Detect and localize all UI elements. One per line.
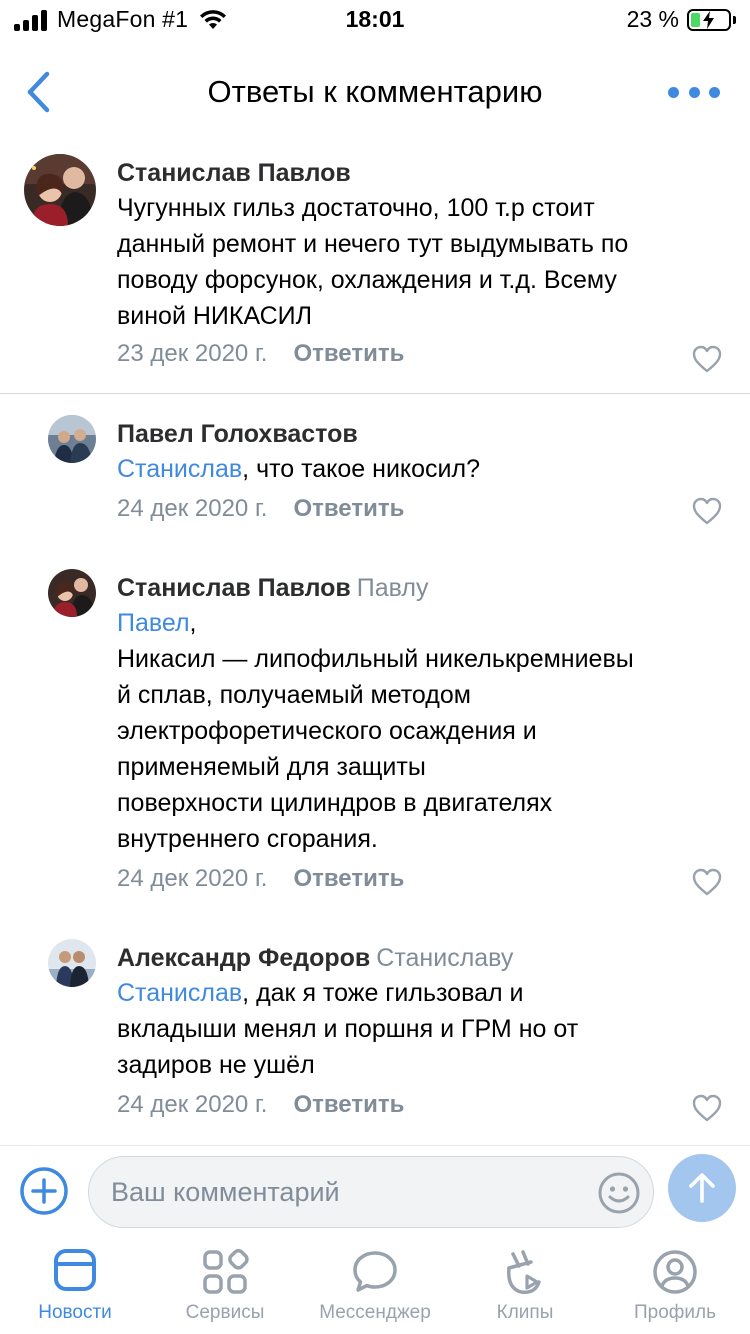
comment-text-line: , дак я тоже гильзовал и: [242, 979, 524, 1007]
comment-text-line: поводу форсунок, охлаждения и т.д. Всему: [117, 266, 617, 294]
tab-services[interactable]: Сервисы: [150, 1248, 300, 1324]
comment-author-name[interactable]: Станислав Павлов: [117, 159, 351, 187]
status-right: 23 %: [627, 6, 736, 33]
comment-text-line: виной НИКАСИЛ: [117, 302, 313, 330]
battery-percent: 23 %: [626, 6, 679, 32]
tab-clips[interactable]: Клипы: [450, 1248, 600, 1324]
battery-tip: [733, 15, 736, 24]
tab-label: Клипы: [496, 1302, 554, 1323]
reply-button[interactable]: Ответить: [293, 495, 404, 523]
page-title: Ответы к комментарию: [207, 74, 543, 109]
like-heart-icon[interactable]: [692, 497, 722, 525]
tab-label: Мессенджер: [319, 1302, 431, 1323]
tab-profile[interactable]: Профиль: [600, 1248, 750, 1324]
comment-footer: 23 дек 2020 г. Ответить: [117, 336, 722, 372]
like-heart-icon[interactable]: [692, 868, 722, 896]
comment-text-line: Никасил — липофильный никелькремниевы: [117, 645, 634, 673]
more-dot-icon: [709, 86, 720, 98]
bottom-tab-bar: Новости Сервисы Мессенджер Клипы Профиль: [0, 1236, 750, 1334]
comment-text-line: й сплав, получаемый методом: [117, 681, 471, 709]
comment-footer: 24 дек 2020 г. Ответить: [117, 491, 722, 527]
reply-to-label[interactable]: Павлу: [357, 574, 429, 602]
avatar[interactable]: [48, 415, 96, 463]
comment-text-line: ,: [189, 609, 197, 637]
add-attachment-button[interactable]: [19, 1166, 69, 1216]
comment-author[interactable]: Павел Голохвастов: [117, 417, 722, 451]
mention-link[interactable]: Станислав: [117, 455, 242, 483]
root-comment: Станислав Павлов Чугунных гильз достаточ…: [0, 140, 750, 394]
tab-label: Профиль: [633, 1302, 717, 1323]
comment-text-line: задиров не ушёл: [117, 1051, 315, 1079]
comment-author[interactable]: Александр Федоров Станиславу: [117, 941, 722, 975]
services-icon: [203, 1249, 249, 1294]
comment-text: Станислав, что такое никосил?: [117, 451, 722, 487]
mention-link[interactable]: Павел: [117, 609, 190, 637]
comment-author-name[interactable]: Александр Федоров: [117, 944, 370, 972]
avatar[interactable]: [24, 154, 96, 226]
navigation-header: Ответы к комментарию: [0, 44, 750, 140]
profile-icon: [653, 1250, 697, 1294]
comment-text-line: поверхности цилиндров в двигателях: [117, 789, 553, 817]
comment-field-container: [88, 1156, 654, 1228]
comment-text-line: вкладыши менял и поршня и ГРМ но от: [117, 1015, 579, 1043]
more-options-button[interactable]: [668, 80, 720, 104]
comment-text-line: применяемый для защиты: [117, 753, 426, 781]
battery-charging-icon: [687, 8, 731, 31]
comment-text-line: электрофоретического осаждения и: [117, 717, 537, 745]
tab-label: Сервисы: [185, 1302, 265, 1323]
comment-author-name[interactable]: Павел Голохвастов: [117, 420, 358, 448]
reply-comment: Павел Голохвастов Станислав, что такое н…: [0, 395, 750, 545]
comment-text: Станислав, дак я тоже гильзовал и вклады…: [117, 975, 722, 1083]
comment-text-line: данный ремонт и нечего тут выдумывать по: [117, 230, 629, 258]
like-heart-icon[interactable]: [692, 1094, 722, 1122]
reply-button[interactable]: Ответить: [293, 865, 404, 893]
reply-to-label[interactable]: Станиславу: [376, 944, 513, 972]
reply-button[interactable]: Ответить: [293, 340, 404, 368]
comment-footer: 24 дек 2020 г. Ответить: [117, 1087, 722, 1123]
avatar[interactable]: [48, 939, 96, 987]
clips-icon: [507, 1250, 541, 1295]
comment-date: 23 дек 2020 г.: [117, 340, 268, 367]
comment-author[interactable]: Станислав Павлов: [117, 156, 722, 190]
emoji-smile-icon[interactable]: [597, 1171, 641, 1215]
status-bar: MegaFon #1 18:01 23 %: [0, 0, 750, 44]
comment-footer: 24 дек 2020 г. Ответить: [117, 861, 722, 897]
comment-text-line: , что такое никосил?: [242, 455, 481, 483]
news-icon: [54, 1249, 96, 1291]
reply-comment: Александр Федоров Станиславу Станислав, д…: [0, 920, 750, 1145]
reply-button[interactable]: Ответить: [293, 1091, 404, 1119]
comment-input[interactable]: [111, 1157, 591, 1227]
comment-date: 24 дек 2020 г.: [117, 865, 268, 892]
tab-messenger[interactable]: Мессенджер: [300, 1248, 450, 1324]
like-heart-icon[interactable]: [692, 345, 722, 373]
comment-composer: [0, 1145, 750, 1236]
tab-news[interactable]: Новости: [0, 1248, 150, 1324]
tab-label: Новости: [38, 1302, 112, 1323]
reply-comment: Станислав Павлов Павлу Павел, Никасил — л…: [0, 550, 750, 910]
comment-text: Чугунных гильз достаточно, 100 т.р стоит…: [117, 190, 722, 334]
more-dot-icon: [668, 86, 679, 98]
more-dot-icon: [688, 86, 700, 98]
comment-text: Павел, Никасил — липофильный никелькремн…: [117, 605, 722, 857]
send-button[interactable]: [668, 1154, 736, 1222]
comment-author[interactable]: Станислав Павлов Павлу: [117, 571, 722, 605]
comment-author-name[interactable]: Станислав Павлов: [117, 574, 351, 602]
comment-thread: Станислав Павлов Чугунных гильз достаточ…: [0, 140, 750, 1145]
mention-link[interactable]: Станислав: [117, 979, 242, 1007]
comment-date: 24 дек 2020 г.: [117, 495, 268, 522]
arrow-up-icon: [689, 1173, 715, 1203]
avatar[interactable]: [48, 569, 96, 617]
messenger-icon: [353, 1251, 397, 1292]
comment-text-line: внутреннего сгорания.: [117, 825, 378, 853]
comment-date: 24 дек 2020 г.: [117, 1091, 268, 1118]
comment-text-line: Чугунных гильз достаточно, 100 т.р стоит: [117, 194, 595, 222]
